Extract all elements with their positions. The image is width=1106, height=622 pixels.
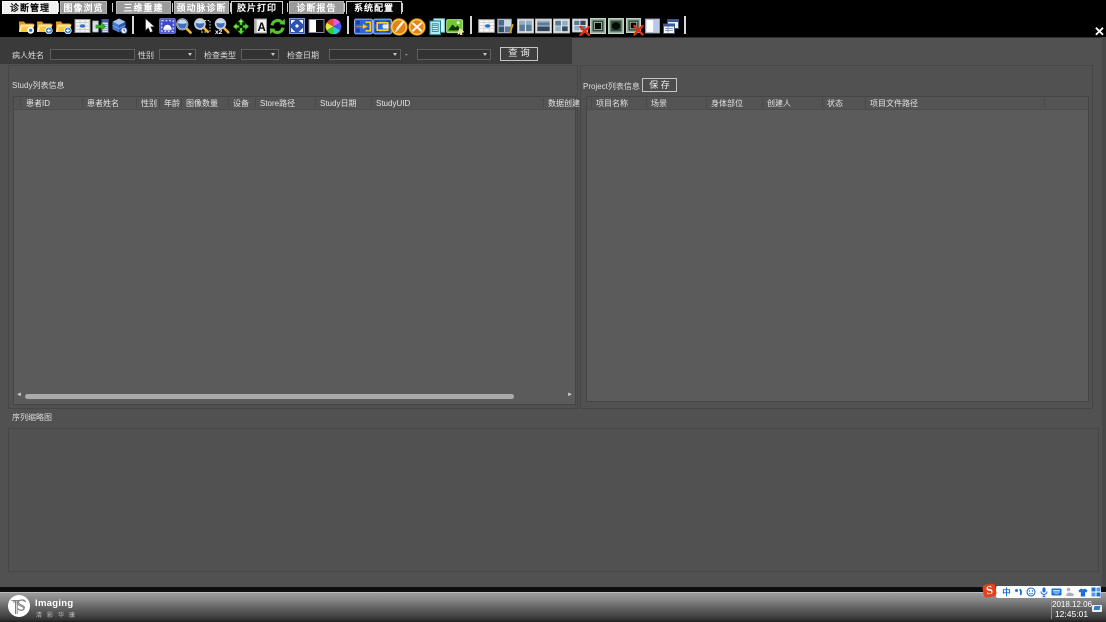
- svg-text:A: A: [257, 22, 265, 34]
- svg-text:x2: x2: [215, 29, 223, 35]
